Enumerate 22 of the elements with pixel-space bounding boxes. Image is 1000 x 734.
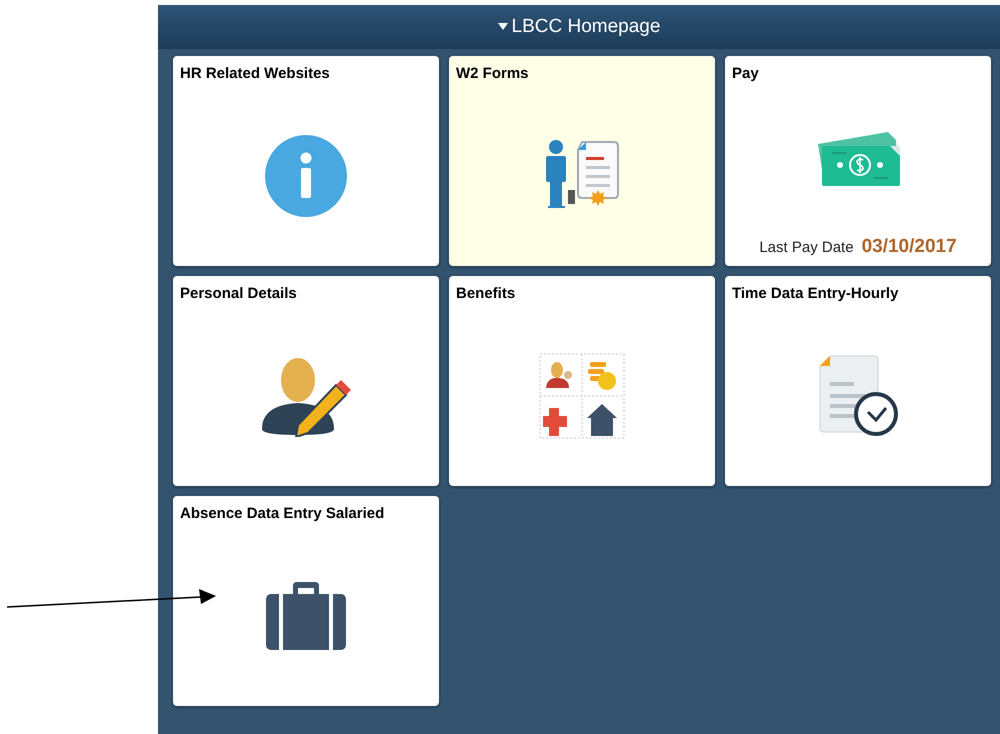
page-title[interactable]: LBCC Homepage [512, 12, 660, 42]
briefcase-icon [265, 580, 347, 652]
tile-title: Absence Data Entry Salaried [179, 504, 386, 524]
tile[interactable]: Absence Data Entry Salaried [173, 496, 439, 706]
tile[interactable]: HR Related Websites [173, 56, 439, 266]
footer-value: 03/10/2017 [862, 234, 957, 258]
tile[interactable]: Time Data Entry-Hourly [725, 276, 991, 486]
tile[interactable]: Pay Last Pay Date 03/10/2017 [725, 56, 991, 266]
tile-title: W2 Forms [455, 64, 530, 84]
benefits-icon [539, 352, 625, 439]
info-icon [265, 134, 347, 217]
tile-title: Time Data Entry-Hourly [731, 284, 900, 304]
tile-title: HR Related Websites [179, 64, 331, 84]
tile[interactable]: W2 Forms [449, 56, 715, 266]
tile-title: Benefits [455, 284, 516, 304]
caret-icon[interactable] [498, 23, 508, 31]
tile[interactable]: Personal Details [173, 276, 439, 486]
money-icon [816, 130, 900, 188]
tile-title: Personal Details [179, 284, 298, 304]
tile[interactable]: Benefits [449, 276, 715, 486]
tile-title: Pay [731, 64, 760, 84]
footer-label: Last Pay Date [759, 238, 854, 258]
